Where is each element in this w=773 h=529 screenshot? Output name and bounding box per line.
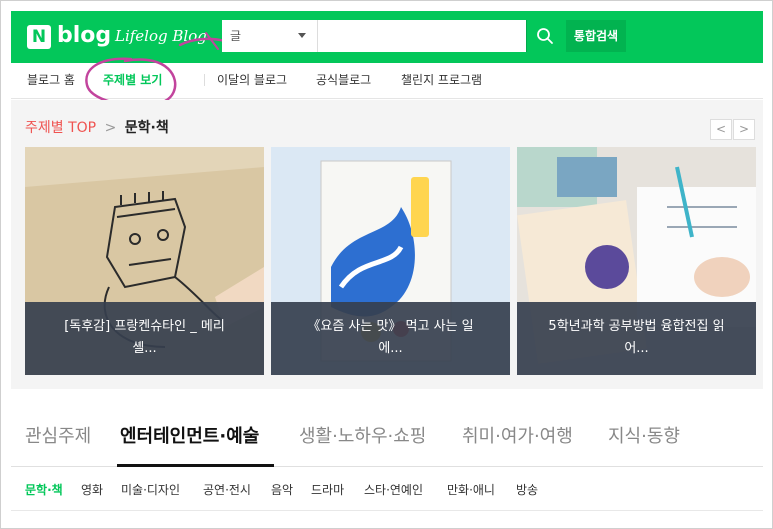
search-category-label: 글 [230, 29, 242, 43]
search-input[interactable] [319, 20, 526, 52]
nav-topic-view[interactable]: 주제별 보기 [103, 72, 162, 88]
tab-knowledge-trends[interactable]: 지식·동향 [608, 425, 680, 449]
tab-entertainment-art[interactable]: 엔터테인먼트·예술 [120, 425, 259, 449]
total-search-button[interactable]: 통합검색 [566, 20, 626, 52]
subtab-literature-books[interactable]: 문학·책 [25, 482, 63, 498]
nav-challenge-program[interactable]: 챌린지 프로그램 [401, 72, 482, 88]
search-category-select[interactable]: 글 [222, 20, 318, 52]
nav-official-blog[interactable]: 공식블로그 [316, 72, 371, 88]
topic-card[interactable]: 5학년과학 공부방법 융합전집 읽어... [517, 147, 756, 375]
subtab-music[interactable]: 음악 [271, 482, 293, 498]
prev-button[interactable]: < [710, 119, 732, 140]
nav-divider [204, 74, 205, 86]
blog-logo[interactable]: blog [57, 22, 111, 50]
topic-card[interactable]: [독후감] 프랑켄슈타인 _ 메리 셸... [25, 147, 264, 375]
naver-n-logo[interactable]: N [27, 25, 51, 49]
pink-swoosh-icon [178, 32, 227, 50]
page-frame: N blog Lifelog Blog 글 통합검색 블로그 홈 주제별 보기 … [0, 0, 773, 529]
active-tab-indicator [117, 464, 274, 467]
subtab-drama[interactable]: 드라마 [311, 482, 344, 498]
topic-card[interactable]: 《요즘 사는 맛》 먹고 사는 일에... [271, 147, 510, 375]
tab-interest[interactable]: 관심주제 [25, 425, 91, 449]
header: N blog Lifelog Blog 글 통합검색 [11, 11, 763, 63]
card-caption: 《요즘 사는 맛》 먹고 사는 일에... [271, 302, 510, 375]
card-caption: 5학년과학 공부방법 융합전집 읽어... [517, 302, 756, 375]
topic-section: 주제별 TOP > 문학·책 < > [독후감] 프랑켄슈타인 _ 메리 셸..… [11, 100, 763, 389]
next-button[interactable]: > [733, 119, 755, 140]
search-box: 글 [222, 20, 526, 52]
subtab-art-design[interactable]: 미술·디자인 [121, 482, 180, 498]
subtab-broadcast[interactable]: 방송 [516, 482, 538, 498]
topic-top-label[interactable]: 주제별 TOP [25, 120, 96, 136]
nav-blog-of-month[interactable]: 이달의 블로그 [217, 72, 287, 88]
dropdown-arrow-icon [298, 33, 306, 38]
nav-blog-home[interactable]: 블로그 홈 [27, 72, 75, 88]
main-nav: 블로그 홈 주제별 보기 이달의 블로그 공식블로그 챌린지 프로그램 [11, 63, 763, 99]
topic-subject: 문학·책 [124, 120, 169, 136]
topic-heading: 주제별 TOP > 문학·책 [25, 119, 169, 137]
tab-hobby-leisure-travel[interactable]: 취미·여가·여행 [462, 425, 573, 449]
search-icon [537, 28, 553, 44]
subtab-movie[interactable]: 영화 [81, 482, 103, 498]
card-caption: [독후감] 프랑켄슈타인 _ 메리 셸... [25, 302, 264, 375]
search-button[interactable] [526, 20, 562, 52]
subcategory-tabs: 문학·책 영화 미술·디자인 공연·전시 음악 드라마 스타·연예인 만화·애니… [11, 471, 763, 511]
subtab-performance-exhibition[interactable]: 공연·전시 [203, 482, 251, 498]
category-tabs: 관심주제 엔터테인먼트·예술 생활·노하우·쇼핑 취미·여가·여행 지식·동향 [11, 421, 763, 467]
subtab-comics-animation[interactable]: 만화·애니 [447, 482, 495, 498]
chevron-right-icon: > [104, 120, 117, 136]
subtab-star-celebrity[interactable]: 스타·연예인 [364, 482, 423, 498]
tab-life-knowhow-shopping[interactable]: 생활·노하우·쇼핑 [299, 425, 426, 449]
